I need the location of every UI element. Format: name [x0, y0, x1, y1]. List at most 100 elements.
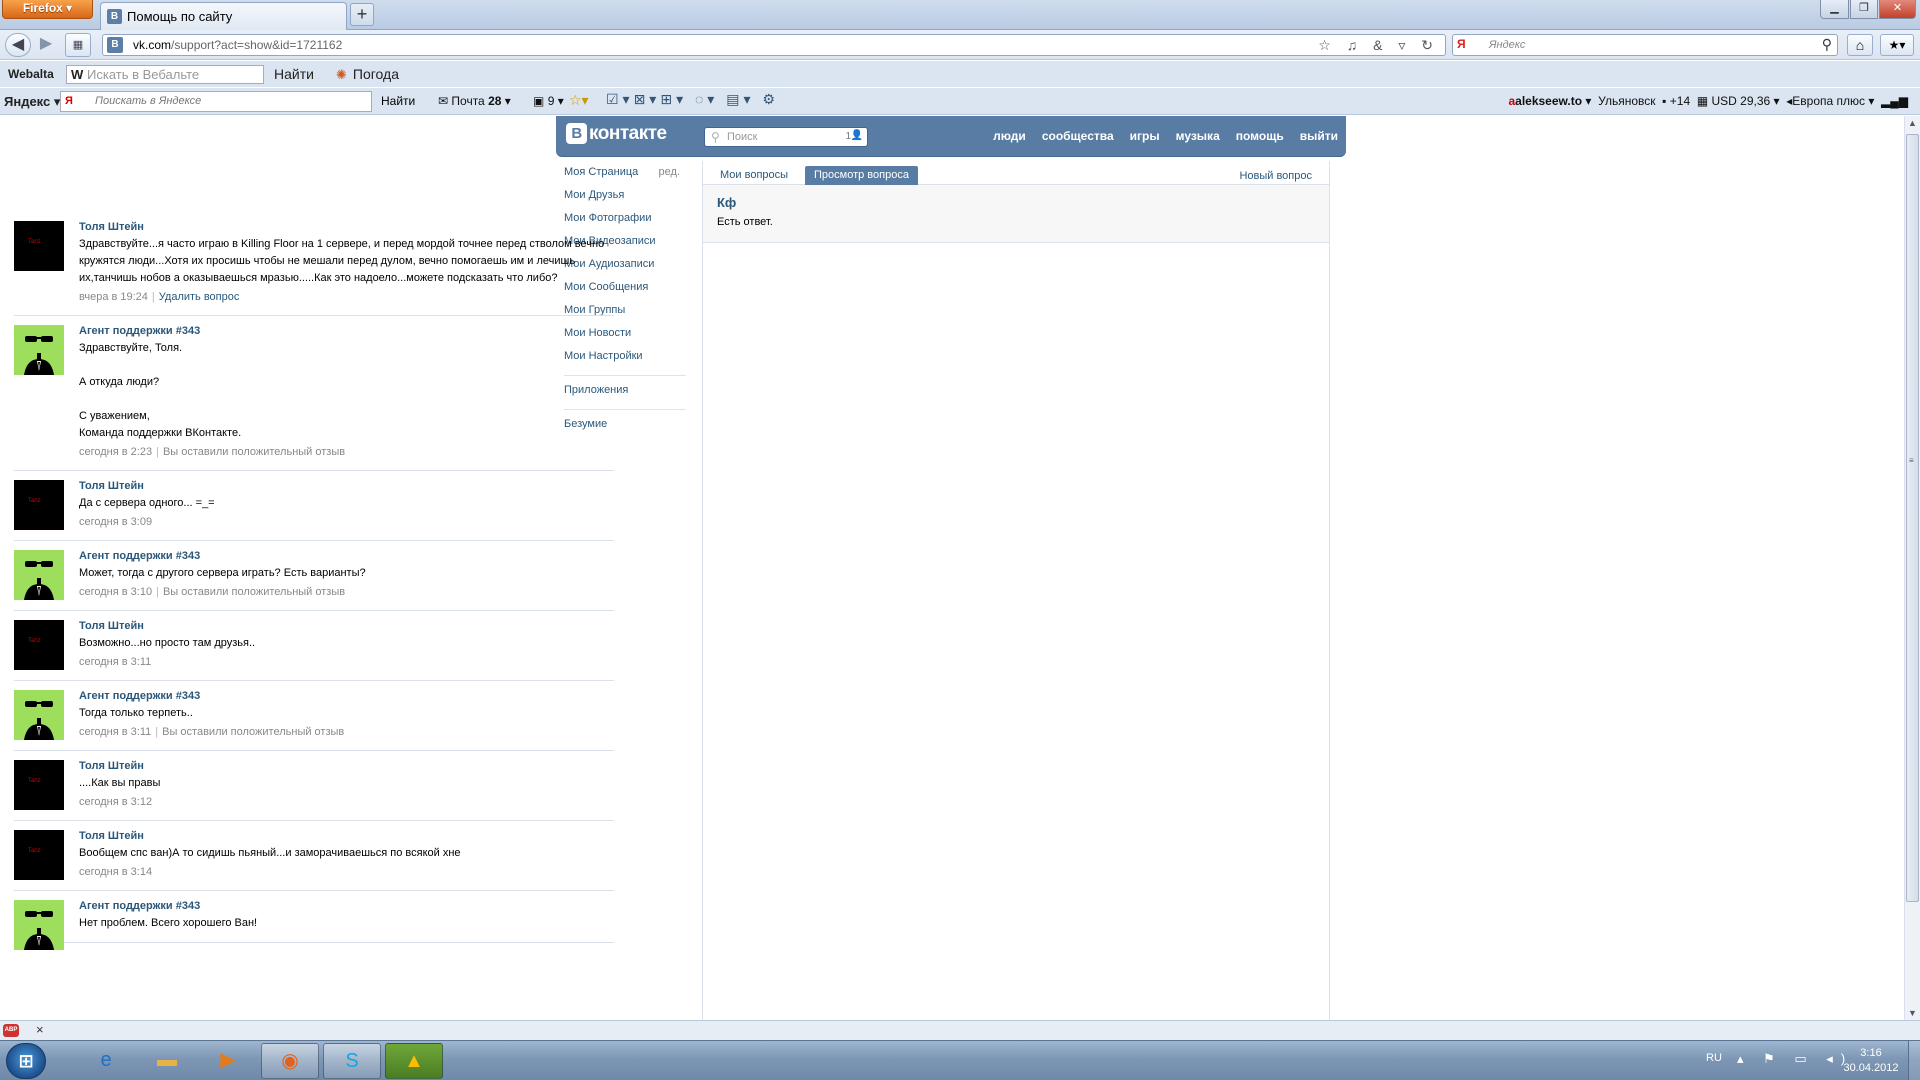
menu-edit-link[interactable]: ред.	[659, 164, 680, 180]
user-avatar[interactable]: Tanz	[14, 620, 64, 670]
nav-games[interactable]: игры	[1130, 129, 1160, 143]
tab-my-questions[interactable]: Мои вопросы	[711, 166, 797, 185]
site-identity-icon[interactable]: В	[107, 37, 123, 53]
bookmarks-icon[interactable]: ★▾	[1880, 34, 1914, 56]
search-bar[interactable]: Я Яндекс ⚲	[1452, 34, 1838, 56]
address-bar[interactable]: В vk.com/support?act=show&id=1721162 ☆ ♫…	[102, 34, 1446, 56]
vk-logo[interactable]: Вконтакте	[566, 123, 667, 145]
scrollbar-thumb[interactable]	[1906, 134, 1919, 902]
scroll-grip-icon: ≡	[1909, 456, 1914, 465]
window-close-button[interactable]: ✕	[1879, 0, 1916, 19]
post-author[interactable]: Толя Штейн	[79, 619, 614, 635]
webalta-logo[interactable]: Webalta	[8, 67, 54, 81]
firefox-menu-button[interactable]: Firefox ▾	[2, 0, 93, 19]
post-author[interactable]: Агент поддержки #343	[79, 689, 614, 705]
url-tools-icons[interactable]: ☆ ♫ & ▿ ↻	[1318, 37, 1439, 54]
skype-icon[interactable]: S	[323, 1043, 381, 1079]
home-icon[interactable]: ⌂	[1847, 34, 1873, 56]
yandex-find-button[interactable]: Найти	[381, 94, 415, 108]
keyboard-language[interactable]: RU	[1706, 1052, 1722, 1064]
favorites-star-icon[interactable]: ☆▾	[569, 92, 589, 109]
signal-icon: ▂▄▆	[1881, 94, 1908, 108]
url-path: /support?act=show&id=1721162	[171, 38, 343, 52]
webalta-find-button[interactable]: Найти	[274, 66, 314, 82]
window-minimize-button[interactable]: ▁	[1820, 0, 1849, 19]
show-desktop-button[interactable]	[1908, 1041, 1920, 1080]
system-clock[interactable]: 3:16 30.04.2012	[1826, 1046, 1916, 1076]
weather-temp[interactable]: +14	[1670, 94, 1690, 108]
agent-avatar[interactable]	[14, 690, 64, 740]
tab-view-question[interactable]: Просмотр вопроса	[805, 166, 918, 185]
yandex-logo[interactable]: Яндекс ▾	[4, 94, 60, 110]
forward-arrow-icon[interactable]: ▶	[33, 33, 59, 57]
feedback-status: Вы оставили положительный отзыв	[162, 726, 345, 738]
yandex-user[interactable]: aalekseew.to	[1508, 94, 1582, 108]
menu-my-page[interactable]: Моя Страница ред.	[564, 164, 686, 187]
aimp-player-icon[interactable]: ▲	[385, 1043, 443, 1079]
menu-friends[interactable]: Мои Друзья	[564, 187, 686, 210]
start-button[interactable]: ⊞	[6, 1043, 46, 1079]
currency-rate[interactable]: USD 29,36	[1712, 94, 1771, 108]
nav-people[interactable]: люди	[993, 129, 1026, 143]
meta-separator: |	[155, 726, 159, 738]
post-meta: сегодня в 2:23 | Вы оставили положительный…	[79, 445, 614, 460]
webalta-search-input[interactable]: W Искать в Вебальте	[66, 65, 264, 84]
internet-explorer-icon[interactable]: e	[77, 1043, 135, 1079]
question-status: Есть ответ.	[717, 216, 773, 228]
adblock-icon[interactable]: ABP	[3, 1024, 19, 1037]
new-question-link[interactable]: Новый вопрос	[1230, 167, 1321, 186]
media-player-icon[interactable]: ▶	[199, 1043, 257, 1079]
support-post: Tanz Толя Штейн ....Как вы правы сегодня в …	[14, 751, 614, 821]
post-author[interactable]: Толя Штейн	[79, 479, 614, 495]
yandex-widgets[interactable]: aalekseew.to ▾ Ульяновск ▪ +14 ▦ USD 29,…	[1508, 94, 1908, 108]
new-tab-button[interactable]: +	[350, 3, 374, 26]
window-restore-button[interactable]: ❐	[1850, 0, 1878, 19]
browser-tab-active[interactable]: В Помощь по сайту	[100, 2, 347, 30]
file-explorer-icon[interactable]: ▬	[138, 1043, 196, 1079]
firefox-taskbar-icon[interactable]: ◉	[261, 1043, 319, 1079]
agent-avatar[interactable]	[14, 900, 64, 950]
yandex-search-input[interactable]: Я Поискать в Яндексе	[60, 91, 372, 112]
post-body: Толя Штейн Здравствуйте...я часто играю в…	[79, 212, 614, 315]
agent-avatar[interactable]	[14, 550, 64, 600]
firefox-menu-label: Firefox	[22, 1, 63, 15]
speed-dial-icon[interactable]: ▦	[65, 33, 91, 57]
nav-communities[interactable]: сообщества	[1042, 129, 1114, 143]
post-meta: сегодня в 3:11 | Вы оставили положительный…	[79, 725, 614, 740]
support-main: Мои вопросы Просмотр вопроса Новый вопро…	[702, 161, 1330, 1020]
nav-music[interactable]: музыка	[1176, 129, 1220, 143]
yandex-tool-icons[interactable]: ☑▾⊠▾⊞▾ ◌▾ ▤▾ ⚙	[606, 91, 779, 108]
scroll-up-icon[interactable]: ▲	[1908, 118, 1917, 128]
scroll-down-icon[interactable]: ▼	[1908, 1008, 1917, 1018]
yandex-engine-icon[interactable]: Я	[1457, 37, 1466, 51]
post-author[interactable]: Толя Штейн	[79, 220, 614, 236]
vk-search-input[interactable]: ⚲ Поиск 1 👤	[704, 127, 868, 147]
weather-city[interactable]: Ульяновск	[1598, 94, 1655, 108]
post-author[interactable]: Агент поддержки #343	[79, 324, 614, 340]
nav-logout[interactable]: выйти	[1300, 129, 1338, 143]
post-author[interactable]: Агент поддержки #343	[79, 899, 614, 915]
radio-station[interactable]: Европа плюс	[1792, 94, 1865, 108]
user-avatar[interactable]: Tanz	[14, 480, 64, 530]
close-icon[interactable]: ×	[36, 1022, 44, 1037]
back-arrow-icon[interactable]: ◀	[5, 33, 31, 57]
delete-question-link[interactable]: Удалить вопрос	[159, 291, 240, 303]
vertical-scrollbar[interactable]: ▲ ≡ ▼	[1904, 116, 1920, 1020]
post-author[interactable]: Агент поддержки #343	[79, 549, 614, 565]
weather-button[interactable]: ✺ Погода	[336, 66, 399, 83]
page-viewport: Вконтакте ⚲ Поиск 1 👤 люди сообщества игры…	[0, 116, 1904, 1020]
user-avatar[interactable]: Tanz	[14, 830, 64, 880]
search-go-icon[interactable]: ⚲	[1822, 36, 1832, 53]
yandex-counter-button[interactable]: ▣ 9 ▾	[533, 94, 564, 108]
webalta-w-icon: W	[71, 67, 84, 82]
agent-avatar[interactable]	[14, 325, 64, 375]
post-body: Толя Штейн Вообщем спс ван)А то сидишь пь…	[79, 821, 614, 890]
user-avatar[interactable]: Tanz	[14, 221, 64, 271]
post-time: сегодня в 3:09	[79, 516, 153, 528]
post-author[interactable]: Толя Штейн	[79, 759, 614, 775]
nav-help[interactable]: помощь	[1236, 129, 1284, 143]
yandex-mail-button[interactable]: ✉ Почта 28 ▾	[438, 94, 511, 108]
user-avatar[interactable]: Tanz	[14, 760, 64, 810]
url-text[interactable]: vk.com/support?act=show&id=1721162	[133, 38, 342, 52]
post-author[interactable]: Толя Штейн	[79, 829, 614, 845]
